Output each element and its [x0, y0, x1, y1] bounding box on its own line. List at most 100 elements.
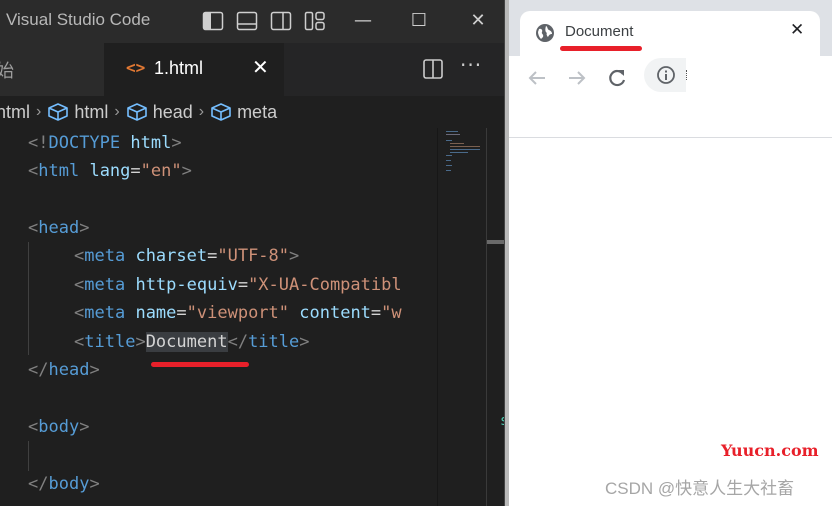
- code-token: title: [84, 332, 136, 352]
- code-token: >: [89, 360, 100, 380]
- code-token: name: [135, 303, 177, 323]
- browser-tab-strip: Document ✕: [509, 0, 832, 56]
- browser-tab-title: Document: [565, 23, 634, 40]
- more-actions-icon[interactable]: ···: [460, 53, 482, 77]
- watermark-site: Yuucn.com: [721, 441, 819, 460]
- scrollbar-thumb[interactable]: [487, 240, 504, 244]
- minimap-line: [450, 149, 480, 150]
- code-token: <: [74, 246, 85, 266]
- split-editor-icon[interactable]: [422, 58, 444, 80]
- code-token: >: [171, 133, 182, 153]
- code-token: "en": [140, 161, 182, 181]
- close-window-button[interactable]: ✕: [463, 8, 493, 34]
- watermark-author: CSDN @快意人生大社畜: [605, 479, 795, 498]
- toggle-panel-icon[interactable]: [236, 11, 258, 31]
- minimap-line: [446, 155, 452, 156]
- code-token: =: [176, 303, 187, 323]
- window-title: Visual Studio Code: [6, 10, 151, 29]
- code-line-11: <body>: [28, 413, 89, 441]
- code-token: =: [370, 303, 382, 323]
- breadcrumb-meta[interactable]: meta: [210, 102, 277, 123]
- symbol-element-icon: [211, 103, 231, 121]
- symbol-element-icon: [48, 103, 69, 121]
- code-line-8: <title>Document</title>: [74, 328, 310, 356]
- minimap[interactable]: [437, 128, 486, 506]
- address-input[interactable]: [686, 58, 832, 92]
- code-token: >: [89, 474, 100, 494]
- vscode-window: Visual Studio Code — ☐ ✕ 始 <> 1.html ✕ ·…: [0, 0, 504, 506]
- code-token: </: [28, 360, 49, 380]
- code-token: "X-UA-Compatibl: [248, 275, 402, 295]
- code-token: head: [48, 360, 90, 380]
- code-line-2: <html lang="en">: [28, 157, 192, 185]
- close-tab-icon[interactable]: ✕: [252, 55, 269, 79]
- code-token: </: [28, 474, 49, 494]
- code-token: body: [38, 417, 80, 437]
- customize-layout-icon[interactable]: [304, 11, 326, 31]
- toggle-primary-sidebar-icon[interactable]: [202, 11, 224, 31]
- close-tab-icon[interactable]: ✕: [790, 20, 804, 40]
- code-token: >: [135, 332, 146, 352]
- breadcrumb-label: head: [152, 101, 193, 122]
- reload-icon[interactable]: [603, 64, 631, 92]
- vertical-scrollbar[interactable]: [486, 128, 504, 506]
- code-token: <: [74, 303, 85, 323]
- code-token: <: [74, 332, 85, 352]
- forward-icon[interactable]: [563, 64, 591, 92]
- code-token: meta: [84, 275, 126, 295]
- toggle-secondary-sidebar-icon[interactable]: [270, 11, 292, 31]
- breadcrumb-head[interactable]: head: [126, 102, 193, 123]
- info-icon[interactable]: [656, 65, 676, 85]
- tab-1-html[interactable]: <> 1.html ✕: [104, 43, 284, 96]
- minimap-line: [450, 146, 480, 147]
- code-token: "w: [381, 303, 402, 323]
- breadcrumb: html › html › head › meta: [0, 96, 504, 128]
- breadcrumb-label: meta: [237, 101, 278, 122]
- breadcrumb-html[interactable]: html: [47, 102, 108, 123]
- html-file-icon: <>: [126, 58, 146, 77]
- code-token: <: [74, 275, 85, 295]
- code-token: title: [248, 332, 300, 352]
- code-token: =: [237, 275, 249, 295]
- code-token: head: [38, 218, 80, 238]
- code-token: "UTF-8": [217, 246, 290, 266]
- breadcrumb-separator: ›: [114, 103, 120, 120]
- code-token: >: [79, 218, 90, 238]
- selected-title-text: Document: [145, 332, 228, 352]
- indent-guide: [28, 441, 29, 471]
- minimap-line: [446, 140, 452, 141]
- minimap-line: [446, 165, 452, 166]
- code-token: body: [48, 474, 90, 494]
- maximize-button[interactable]: ☐: [404, 8, 434, 34]
- code-token: DOCTYPE: [48, 133, 121, 153]
- code-editor[interactable]: <!DOCTYPE html> <html lang="en"> <head> …: [0, 128, 437, 506]
- back-icon[interactable]: [523, 64, 551, 92]
- code-token: <: [28, 161, 39, 181]
- text-caret: [686, 70, 688, 80]
- breadcrumb-separator: ›: [36, 103, 42, 120]
- minimap-line: [450, 143, 464, 144]
- minimap-line: [446, 160, 451, 161]
- code-token: lang: [89, 161, 131, 181]
- breadcrumb-label: html: [0, 101, 31, 122]
- code-token: =: [207, 246, 218, 266]
- code-line-5: <meta charset="UTF-8">: [74, 242, 299, 270]
- minimize-button[interactable]: —: [348, 8, 378, 34]
- code-token: content: [299, 303, 371, 323]
- globe-icon: [536, 24, 554, 42]
- code-token: >: [289, 246, 300, 266]
- code-token: meta: [84, 303, 126, 323]
- tab-welcome[interactable]: 始: [0, 43, 104, 96]
- code-line-6: <meta http-equiv="X-UA-Compatibl: [74, 271, 402, 299]
- breadcrumb-file[interactable]: html: [0, 102, 30, 123]
- address-bar[interactable]: [644, 58, 832, 92]
- red-underline-annotation: [560, 46, 642, 51]
- breadcrumb-label: html: [74, 101, 109, 122]
- red-underline-annotation: [151, 362, 249, 367]
- code-token: http-equiv: [135, 275, 238, 295]
- browser-window: Document ✕ Yuucn.com CSDN @快意人生大社畜: [509, 0, 832, 506]
